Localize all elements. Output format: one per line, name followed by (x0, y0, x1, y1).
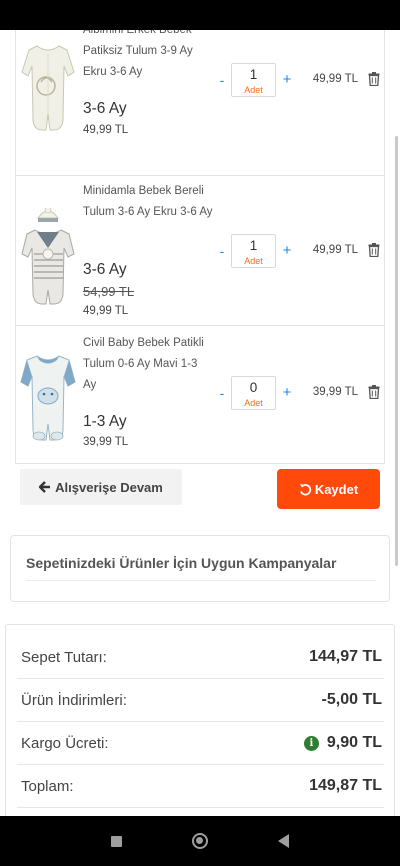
quantity-unit: Adet (244, 85, 263, 95)
quantity-value[interactable]: 1 (232, 237, 275, 255)
home-icon[interactable] (192, 833, 208, 849)
product-size: 3-6 Ay (83, 100, 127, 117)
decrease-quantity-button[interactable]: - (216, 243, 228, 259)
summary-label: Ürün İndirimleri: (21, 691, 127, 709)
status-bar (0, 0, 400, 30)
summary-label: Sepet Tutarı: (21, 648, 107, 666)
trash-icon[interactable] (368, 243, 380, 257)
undo-icon (299, 483, 311, 495)
quantity-value[interactable]: 0 (232, 379, 275, 397)
campaign-title: Sepetinizdeki Ürünler İçin Uygun Kampany… (26, 555, 337, 571)
save-button[interactable]: Kaydet (277, 469, 380, 509)
continue-shopping-button[interactable]: Alışverişe Devam (20, 469, 182, 505)
summary-row-total: Toplam: 149,87 TL (17, 765, 384, 808)
line-total: 49,99 TL (312, 73, 358, 85)
increase-quantity-button[interactable]: + (280, 71, 294, 88)
product-price: 49,99 TL (83, 305, 129, 317)
campaign-divider (26, 580, 376, 581)
quantity-stepper[interactable]: 1 Adet (231, 234, 276, 268)
summary-value: 149,87 TL (309, 777, 382, 795)
quantity-value[interactable]: 1 (232, 66, 275, 84)
system-nav-bar (0, 816, 400, 866)
product-size: 1-3 Ay (83, 413, 127, 430)
quantity-unit: Adet (244, 398, 263, 408)
onesie-striped-icon[interactable] (19, 208, 77, 308)
cart-item: Civil Baby Bebek Patikli Tulum 0-6 Ay Ma… (16, 328, 384, 460)
trash-icon[interactable] (368, 72, 380, 86)
product-name[interactable]: Civil Baby Bebek Patikli Tulum 0-6 Ay Ma… (83, 333, 213, 396)
quantity-stepper[interactable]: 0 Adet (231, 376, 276, 410)
summary-row-shipping: Kargo Ücreti: i 9,90 TL (17, 722, 384, 765)
decrease-quantity-button[interactable]: - (216, 72, 228, 88)
recent-apps-icon[interactable] (111, 835, 122, 847)
cart-item: Minidamla Bebek Bereli Tulum 3-6 Ay Ekru… (16, 176, 384, 326)
product-name[interactable]: Albimini Erkek Bebek Patiksiz Tulum 3-9 … (83, 30, 213, 83)
discount-value: -5,00 TL (321, 691, 382, 708)
increase-quantity-button[interactable]: + (280, 242, 294, 259)
scrollbar[interactable] (395, 136, 398, 566)
shipping-value: 9,90 TL (326, 734, 382, 751)
cart-page: Albimini Erkek Bebek Patiksiz Tulum 3-9 … (0, 30, 400, 816)
onesie-cream-icon[interactable] (19, 36, 77, 136)
trash-icon[interactable] (368, 385, 380, 399)
summary-value: -5,00 TL (322, 691, 382, 709)
summary-value: 144,97 TL (309, 648, 382, 666)
summary-label: Toplam: (21, 777, 74, 795)
summary-value: i 9,90 TL (303, 734, 382, 752)
line-total: 39,99 TL (312, 386, 358, 398)
product-price: 49,99 TL (83, 124, 129, 136)
total-value: 149,87 TL (309, 777, 382, 794)
product-price: 39,99 TL (83, 436, 129, 448)
decrease-quantity-button[interactable]: - (216, 385, 228, 401)
product-name[interactable]: Minidamla Bebek Bereli Tulum 3-6 Ay Ekru… (83, 181, 213, 223)
campaign-box[interactable]: Sepetinizdeki Ürünler İçin Uygun Kampany… (10, 535, 390, 602)
info-icon[interactable]: i (303, 735, 319, 751)
subtotal-value: 144,97 TL (309, 648, 382, 665)
summary-row-subtotal: Sepet Tutarı: 144,97 TL (17, 636, 384, 679)
product-size: 3-6 Ay (83, 261, 127, 278)
onesie-blue-icon[interactable] (19, 348, 77, 448)
product-old-price: 54,99 TL (83, 284, 135, 299)
cart-items-list: Albimini Erkek Bebek Patiksiz Tulum 3-9 … (15, 30, 385, 464)
summary-row-discounts: Ürün İndirimleri: -5,00 TL (17, 679, 384, 722)
continue-shopping-label: Alışverişe Devam (55, 479, 163, 495)
increase-quantity-button[interactable]: + (280, 384, 294, 401)
summary-label: Kargo Ücreti: (21, 734, 109, 752)
line-total: 49,99 TL (312, 244, 358, 256)
arrow-left-icon (39, 481, 51, 493)
order-summary: Sepet Tutarı: 144,97 TL Ürün İndirimleri… (5, 624, 395, 816)
quantity-unit: Adet (244, 256, 263, 266)
cart-item: Albimini Erkek Bebek Patiksiz Tulum 3-9 … (16, 30, 384, 176)
quantity-stepper[interactable]: 1 Adet (231, 63, 276, 97)
save-label: Kaydet (314, 481, 359, 497)
back-icon[interactable] (278, 834, 289, 848)
